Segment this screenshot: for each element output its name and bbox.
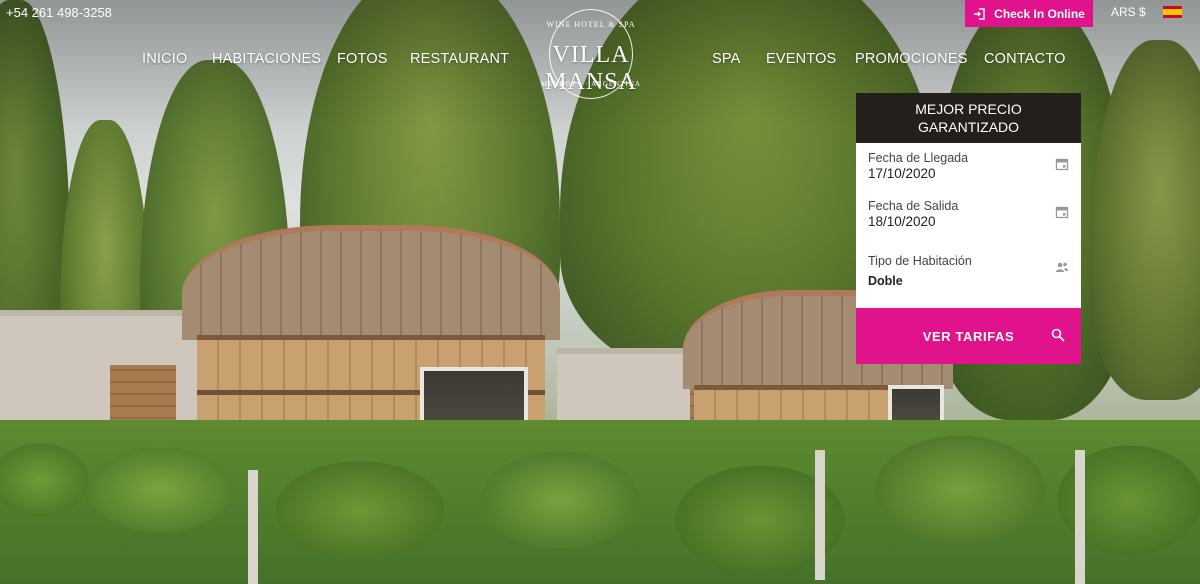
- arrival-date-value[interactable]: 17/10/2020: [868, 166, 1069, 181]
- check-in-online-button[interactable]: Check In Online: [965, 0, 1093, 27]
- sign-in-icon: [974, 7, 985, 20]
- booking-widget: MEJOR PRECIO GARANTIZADO Fecha de Llegad…: [856, 93, 1081, 364]
- search-icon: [1051, 328, 1065, 342]
- booking-header: MEJOR PRECIO GARANTIZADO: [856, 93, 1081, 143]
- nav-inicio[interactable]: INICIO: [142, 51, 188, 67]
- logo-tagline: WINE HOTEL & SPA: [546, 20, 636, 29]
- departure-date-field[interactable]: Fecha de Salida 18/10/2020: [868, 199, 1069, 229]
- villa-mansa-logo[interactable]: WINE HOTEL & SPA VILLA MANSA MENDOZA · A…: [516, 6, 666, 102]
- room-type-label: Tipo de Habitación: [868, 254, 972, 268]
- nav-eventos[interactable]: EVENTOS: [766, 51, 836, 67]
- guests-icon[interactable]: [1055, 260, 1069, 274]
- nav-spa[interactable]: SPA: [712, 51, 741, 67]
- spain-flag-icon[interactable]: [1163, 6, 1182, 18]
- booking-title-line2: GARANTIZADO: [917, 119, 1020, 135]
- departure-date-value[interactable]: 18/10/2020: [868, 214, 1069, 229]
- calendar-icon[interactable]: [1055, 205, 1069, 219]
- ver-tarifas-button[interactable]: VER TARIFAS: [856, 308, 1081, 364]
- logo-subtitle: MENDOZA · ARGENTINA: [541, 80, 641, 88]
- ver-tarifas-label: VER TARIFAS: [922, 328, 1015, 344]
- phone-number[interactable]: +54 261 498-3258: [6, 5, 112, 20]
- nav-restaurant[interactable]: RESTAURANT: [410, 51, 509, 67]
- calendar-icon[interactable]: [1055, 157, 1069, 171]
- nav-contacto[interactable]: CONTACTO: [984, 51, 1066, 67]
- currency-selector[interactable]: ARS $: [1111, 5, 1146, 19]
- nav-promociones[interactable]: PROMOCIONES: [855, 51, 968, 67]
- departure-date-label: Fecha de Salida: [868, 199, 959, 213]
- nav-habitaciones[interactable]: HABITACIONES: [212, 51, 321, 67]
- room-type-value[interactable]: Doble: [868, 274, 1069, 288]
- arrival-date-field[interactable]: Fecha de Llegada 17/10/2020: [868, 151, 1069, 181]
- booking-form: Fecha de Llegada 17/10/2020 Fecha de Sal…: [856, 143, 1081, 308]
- nav-fotos[interactable]: FOTOS: [337, 51, 388, 67]
- booking-title-line1: MEJOR PRECIO: [915, 101, 1022, 117]
- arrival-date-label: Fecha de Llegada: [868, 151, 969, 165]
- check-in-online-label: Check In Online: [994, 6, 1085, 21]
- room-type-field[interactable]: Tipo de Habitación Doble: [868, 254, 1069, 288]
